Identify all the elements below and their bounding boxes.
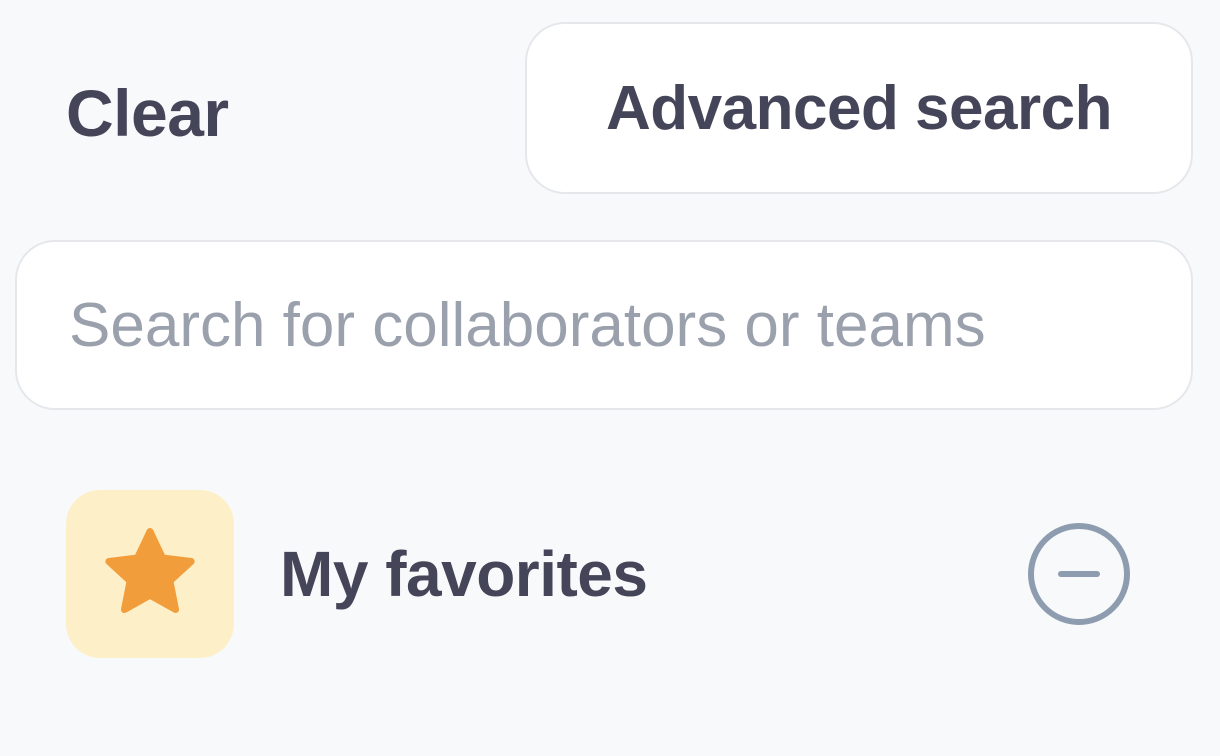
favorites-label: My favorites — [280, 538, 648, 610]
star-icon — [105, 528, 195, 613]
favorites-row[interactable]: My favorites — [66, 490, 1136, 658]
minus-circle-icon — [1028, 523, 1130, 625]
advanced-search-button[interactable]: Advanced search — [525, 22, 1193, 194]
favorites-icon-badge — [66, 490, 234, 658]
search-box — [15, 240, 1193, 410]
collaborator-search-panel: Clear Advanced search My favorites — [0, 0, 1220, 756]
remove-favorites-button[interactable] — [1027, 522, 1131, 626]
search-input[interactable] — [17, 242, 1191, 408]
clear-button[interactable]: Clear — [66, 70, 229, 156]
